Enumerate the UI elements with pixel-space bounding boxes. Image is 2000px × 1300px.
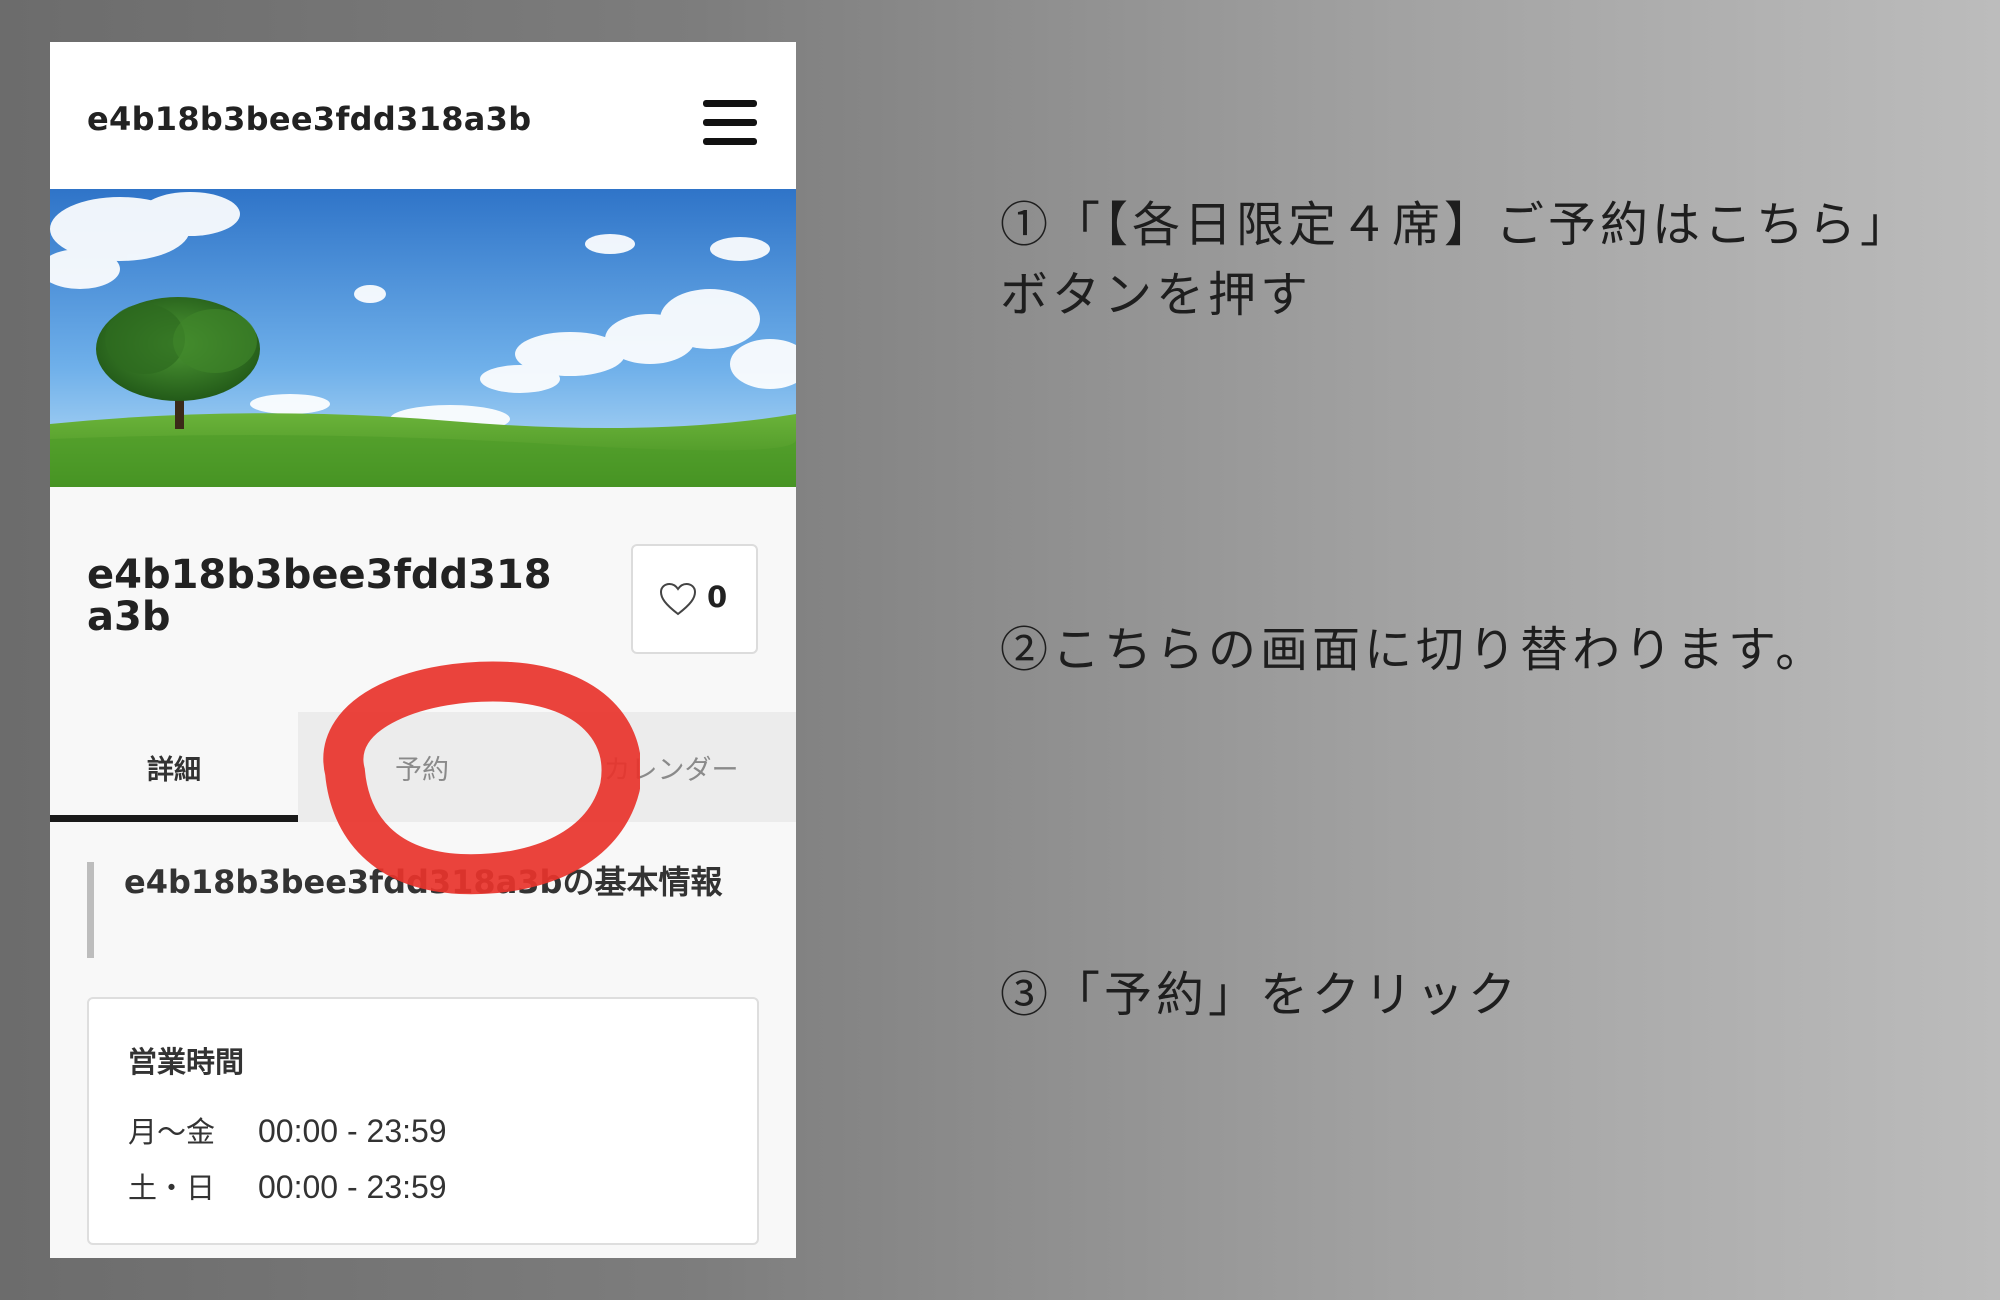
hours-heading: 営業時間 <box>128 1045 245 1079</box>
instruction-step-2: ②こちらの画面に切り替わります。 <box>1000 622 1828 678</box>
like-button[interactable]: 0 <box>631 544 758 654</box>
hours-row-weekend: 土・日 00:00 - 23:59 <box>128 1165 447 1207</box>
heart-outline-icon <box>659 582 697 616</box>
business-hours-card: 営業時間 月〜金 00:00 - 23:59 土・日 00:00 - 23:59 <box>87 997 759 1245</box>
hours-time: 00:00 - 23:59 <box>258 1169 447 1205</box>
site-name[interactable]: e4b18b3bee3fdd318a3b <box>87 100 531 138</box>
tab-details[interactable]: 詳細 <box>50 712 298 822</box>
hours-day: 土・日 <box>128 1171 216 1205</box>
hours-day: 月〜金 <box>128 1115 216 1149</box>
hamburger-menu-icon[interactable] <box>700 98 760 148</box>
shop-title: e4b18b3bee3fdd318a3b <box>87 552 552 640</box>
phone-screen: e4b18b3bee3fdd318a3b e4b18b3bee3fdd318a3… <box>50 42 796 1258</box>
like-count: 0 <box>707 580 728 614</box>
active-tab-underline <box>50 815 298 822</box>
top-bar: e4b18b3bee3fdd318a3b <box>50 42 796 189</box>
tab-calendar[interactable]: カレンダー <box>546 712 796 822</box>
tab-reservation[interactable]: 予約 <box>298 712 546 822</box>
section-title: e4b18b3bee3fdd318a3bの基本情報 <box>87 862 727 958</box>
hours-time: 00:00 - 23:59 <box>258 1113 447 1149</box>
instruction-step-1: ①「【各日限定４席】ご予約はこちら」ボタンを押す <box>1000 197 1913 323</box>
tab-bar: 詳細 予約 カレンダー <box>50 712 796 822</box>
hero-image <box>50 189 796 487</box>
hours-row-weekday: 月〜金 00:00 - 23:59 <box>128 1109 447 1151</box>
instruction-step-3: ③「予約」をクリック <box>1000 967 1521 1023</box>
